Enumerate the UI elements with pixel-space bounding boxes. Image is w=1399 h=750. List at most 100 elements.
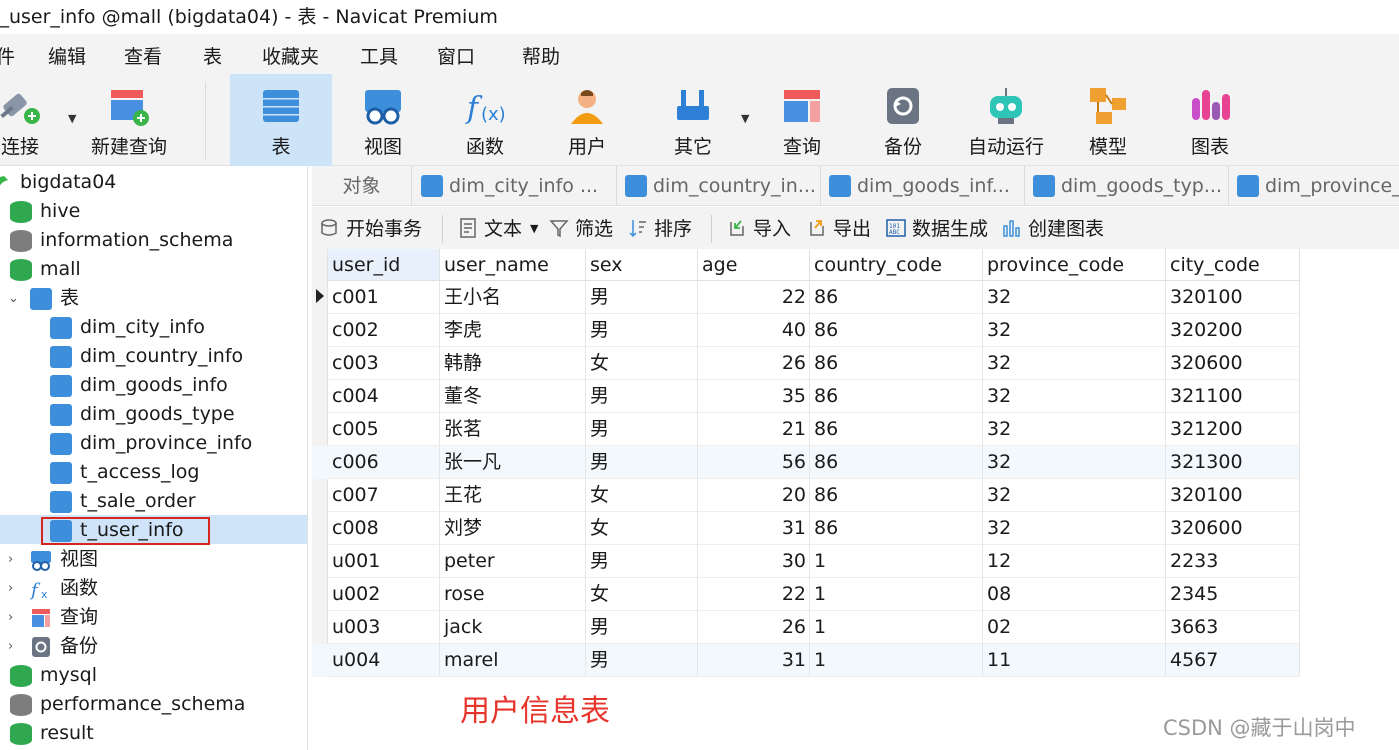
cell-user-name[interactable]: marel: [440, 644, 586, 677]
cell-age[interactable]: 30: [698, 545, 810, 578]
cell-city-code[interactable]: 320600: [1166, 347, 1300, 380]
cell-city-code[interactable]: 2233: [1166, 545, 1300, 578]
cell-user-id[interactable]: c003: [328, 347, 440, 380]
chevron-right-icon[interactable]: ›: [8, 545, 13, 574]
cell-user-id[interactable]: u001: [328, 545, 440, 578]
table-row[interactable]: c003 韩静女 26 86 32 320600: [312, 347, 1300, 380]
cell-city-code[interactable]: 321200: [1166, 413, 1300, 446]
menu-window[interactable]: 窗口: [437, 42, 475, 69]
cell-country-code[interactable]: 86: [810, 479, 983, 512]
table-row[interactable]: c004 董冬男 35 86 32 321100: [312, 380, 1300, 413]
table-row[interactable]: u002 rose 女 22 1 08 2345: [312, 578, 1300, 611]
cell-province-code[interactable]: 12: [983, 545, 1166, 578]
cell-city-code[interactable]: 320600: [1166, 512, 1300, 545]
menu-file[interactable]: 件: [0, 42, 15, 69]
cell-sex[interactable]: 男: [586, 545, 698, 578]
cell-province-code[interactable]: 11: [983, 644, 1166, 677]
cell-age[interactable]: 20: [698, 479, 810, 512]
cell-user-id[interactable]: c002: [328, 314, 440, 347]
text-dropdown-caret-icon[interactable]: ▼: [530, 207, 538, 251]
menu-edit[interactable]: 编辑: [48, 42, 86, 69]
cell-user-id[interactable]: u004: [328, 644, 440, 677]
cell-city-code[interactable]: 4567: [1166, 644, 1300, 677]
cell-country-code[interactable]: 86: [810, 446, 983, 479]
cell-country-code[interactable]: 1: [810, 545, 983, 578]
cell-user-id[interactable]: c004: [328, 380, 440, 413]
cell-age[interactable]: 31: [698, 512, 810, 545]
tab-dim-goods-type[interactable]: dim_goods_typ...: [1025, 166, 1229, 206]
cell-user-id[interactable]: c005: [328, 413, 440, 446]
cell-city-code[interactable]: 320100: [1166, 281, 1300, 314]
cell-sex[interactable]: 男: [586, 380, 698, 413]
cell-province-code[interactable]: 32: [983, 347, 1166, 380]
cell-country-code[interactable]: 1: [810, 611, 983, 644]
cell-user-name[interactable]: peter: [440, 545, 586, 578]
query-button[interactable]: 查询: [752, 74, 852, 166]
automation-button[interactable]: 自动运行: [955, 74, 1057, 166]
cell-user-id[interactable]: u003: [328, 611, 440, 644]
cell-city-code[interactable]: 3663: [1166, 611, 1300, 644]
cell-user-name[interactable]: 张茗: [440, 413, 586, 446]
column-header-province-code[interactable]: province_code: [983, 249, 1166, 281]
cell-country-code[interactable]: 86: [810, 281, 983, 314]
cell-user-name[interactable]: jack: [440, 611, 586, 644]
cell-age[interactable]: 56: [698, 446, 810, 479]
menu-help[interactable]: 帮助: [522, 42, 560, 69]
cell-city-code[interactable]: 2345: [1166, 578, 1300, 611]
model-button[interactable]: 模型: [1058, 74, 1158, 166]
cell-user-name[interactable]: rose: [440, 578, 586, 611]
cell-province-code[interactable]: 32: [983, 413, 1166, 446]
chevron-down-icon[interactable]: ⌄: [8, 284, 19, 313]
cell-user-id[interactable]: c006: [328, 446, 440, 479]
tab-dim-province-info[interactable]: dim_province_...: [1229, 166, 1399, 206]
column-header-sex[interactable]: sex: [586, 249, 698, 281]
cell-age[interactable]: 31: [698, 644, 810, 677]
cell-country-code[interactable]: 86: [810, 512, 983, 545]
menu-tools[interactable]: 工具: [360, 42, 398, 69]
menu-table[interactable]: 表: [203, 42, 222, 69]
cell-country-code[interactable]: 86: [810, 314, 983, 347]
menu-view[interactable]: 查看: [124, 42, 162, 69]
cell-province-code[interactable]: 02: [983, 611, 1166, 644]
connect-button[interactable]: 连接: [0, 74, 70, 166]
cell-sex[interactable]: 男: [586, 281, 698, 314]
cell-age[interactable]: 26: [698, 611, 810, 644]
cell-sex[interactable]: 女: [586, 578, 698, 611]
cell-user-id[interactable]: c007: [328, 479, 440, 512]
cell-user-name[interactable]: 王小名: [440, 281, 586, 314]
cell-country-code[interactable]: 86: [810, 347, 983, 380]
backup-button[interactable]: 备份: [853, 74, 953, 166]
table-row[interactable]: c008 刘梦女 31 86 32 320600: [312, 512, 1300, 545]
cell-province-code[interactable]: 32: [983, 281, 1166, 314]
table-row[interactable]: u001 peter 男 30 1 12 2233: [312, 545, 1300, 578]
cell-province-code[interactable]: 32: [983, 446, 1166, 479]
menu-favorites[interactable]: 收藏夹: [262, 42, 319, 69]
cell-sex[interactable]: 男: [586, 413, 698, 446]
cell-user-name[interactable]: 王花: [440, 479, 586, 512]
cell-age[interactable]: 22: [698, 281, 810, 314]
cell-age[interactable]: 40: [698, 314, 810, 347]
tab-dim-country-info[interactable]: dim_country_in...: [617, 166, 821, 206]
cell-province-code[interactable]: 32: [983, 380, 1166, 413]
cell-user-name[interactable]: 李虎: [440, 314, 586, 347]
cell-user-id[interactable]: u002: [328, 578, 440, 611]
table-row[interactable]: c006 张一凡男 56 86 32 321300: [312, 446, 1300, 479]
cell-user-name[interactable]: 董冬: [440, 380, 586, 413]
cell-sex[interactable]: 男: [586, 314, 698, 347]
chart-button[interactable]: 图表: [1160, 74, 1260, 166]
cell-user-name[interactable]: 张一凡: [440, 446, 586, 479]
cell-sex[interactable]: 女: [586, 347, 698, 380]
cell-age[interactable]: 26: [698, 347, 810, 380]
cell-country-code[interactable]: 86: [810, 380, 983, 413]
new-query-button[interactable]: 新建查询: [79, 74, 179, 166]
cell-province-code[interactable]: 32: [983, 479, 1166, 512]
cell-age[interactable]: 22: [698, 578, 810, 611]
cell-city-code[interactable]: 320200: [1166, 314, 1300, 347]
cell-user-name[interactable]: 刘梦: [440, 512, 586, 545]
cell-province-code[interactable]: 32: [983, 512, 1166, 545]
table-row[interactable]: c005 张茗男 21 86 32 321200: [312, 413, 1300, 446]
cell-sex[interactable]: 男: [586, 644, 698, 677]
cell-sex[interactable]: 男: [586, 611, 698, 644]
cell-sex[interactable]: 男: [586, 446, 698, 479]
connect-dropdown-caret-icon[interactable]: ▼: [68, 112, 76, 125]
